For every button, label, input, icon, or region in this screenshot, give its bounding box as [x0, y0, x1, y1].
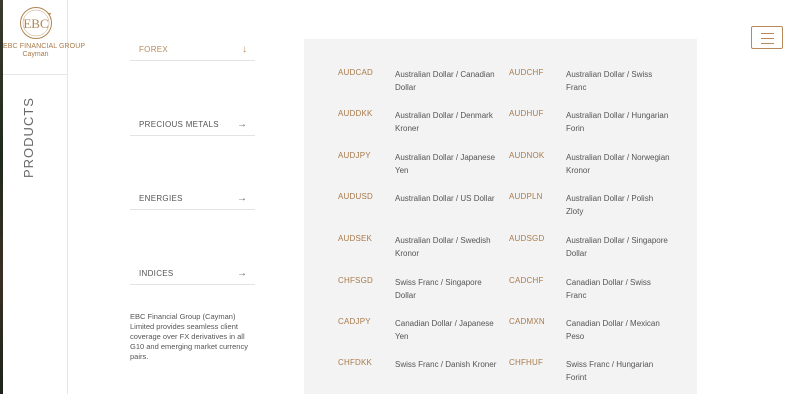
currency-pairs-panel: AUDCAD Australian Dollar / Canadian Doll…	[304, 39, 697, 394]
pair-code[interactable]: CADMXN	[509, 317, 545, 326]
pair-name: Canadian Dollar / Japanese Yen	[395, 319, 494, 341]
pair-name: Australian Dollar / Canadian Dollar	[395, 70, 495, 92]
pair-code[interactable]: AUDJPY	[338, 151, 371, 160]
pair-code[interactable]: AUDPLN	[509, 192, 543, 201]
arrow-right-icon: →	[237, 267, 247, 279]
hamburger-menu-icon	[761, 38, 774, 39]
brand-region: Cayman	[22, 51, 49, 58]
brand-logo[interactable]: EBC EBC FINANCIAL GROUP Cayman	[3, 6, 86, 58]
pair-name: Australian Dollar / Denmark Kroner	[395, 111, 493, 133]
forex-description: EBC Financial Group (Cayman) Limited pro…	[130, 312, 248, 361]
pair-code[interactable]: AUDNOK	[509, 151, 544, 160]
category-label: INDICES	[139, 268, 174, 278]
pair-code[interactable]: AUDUSD	[338, 192, 373, 201]
pair-code[interactable]: CADJPY	[338, 317, 371, 326]
products-vertical-label: PRODUCTS	[21, 97, 36, 178]
hamburger-menu-icon	[761, 43, 774, 44]
pair-code[interactable]: AUDCAD	[338, 68, 373, 77]
pair-code[interactable]: CHFDKK	[338, 358, 372, 367]
pair-code[interactable]: AUDSEK	[338, 234, 372, 243]
arrow-right-icon: →	[237, 192, 247, 204]
pair-name: Swiss Franc / Singapore Dollar	[395, 278, 482, 300]
pair-name: Australian Dollar / Hungarian Forin	[566, 111, 669, 133]
category-label: PRECIOUS METALS	[139, 119, 219, 129]
pair-code[interactable]: AUDSGD	[509, 234, 544, 243]
category-forex[interactable]: FOREX ↓	[130, 38, 255, 61]
side-rail: EBC EBC FINANCIAL GROUP Cayman PRODUCTS	[3, 0, 86, 394]
rail-divider	[3, 74, 68, 75]
pair-name: Canadian Dollar / Mexican Peso	[566, 319, 660, 341]
pair-name: Swiss Franc / Hungarian Forint	[566, 360, 654, 382]
pair-code[interactable]: AUDCHF	[509, 68, 544, 77]
pair-code[interactable]: CHFHUF	[509, 358, 543, 367]
category-label: ENERGIES	[139, 193, 183, 203]
pair-name: Australian Dollar / Swiss Franc	[566, 70, 653, 92]
category-precious-metals[interactable]: PRECIOUS METALS →	[130, 113, 255, 136]
logo-monogram: EBC	[23, 16, 48, 31]
category-energies[interactable]: ENERGIES →	[130, 187, 255, 210]
pair-name: Australian Dollar / US Dollar	[395, 194, 495, 203]
category-indices[interactable]: INDICES →	[130, 262, 255, 285]
brand-name: EBC FINANCIAL GROUP	[3, 43, 86, 50]
pair-code[interactable]: AUDDKK	[338, 109, 373, 118]
arrow-right-icon: →	[237, 118, 247, 130]
hamburger-menu-button[interactable]	[751, 26, 783, 49]
pair-code[interactable]: AUDHUF	[509, 109, 544, 118]
pair-name: Australian Dollar / Singapore Dollar	[566, 236, 668, 258]
pair-name: Australian Dollar / Japanese Yen	[395, 153, 496, 175]
ebc-logo-icon: EBC	[19, 7, 52, 39]
pair-name: Australian Dollar / Norwegian Kronor	[566, 153, 670, 175]
category-label: FOREX	[139, 44, 169, 54]
pair-name: Swiss Franc / Danish Kroner	[395, 360, 497, 369]
pair-code[interactable]: CHFSGD	[338, 276, 373, 285]
hamburger-menu-icon	[761, 33, 774, 34]
pair-code[interactable]: CADCHF	[509, 276, 544, 285]
arrow-down-icon: ↓	[242, 43, 247, 55]
pair-name: Australian Dollar / Swedish Kronor	[395, 236, 491, 258]
pair-name: Canadian Dollar / Swiss Franc	[566, 278, 651, 300]
pair-name: Australian Dollar / Polish Zloty	[566, 194, 654, 216]
